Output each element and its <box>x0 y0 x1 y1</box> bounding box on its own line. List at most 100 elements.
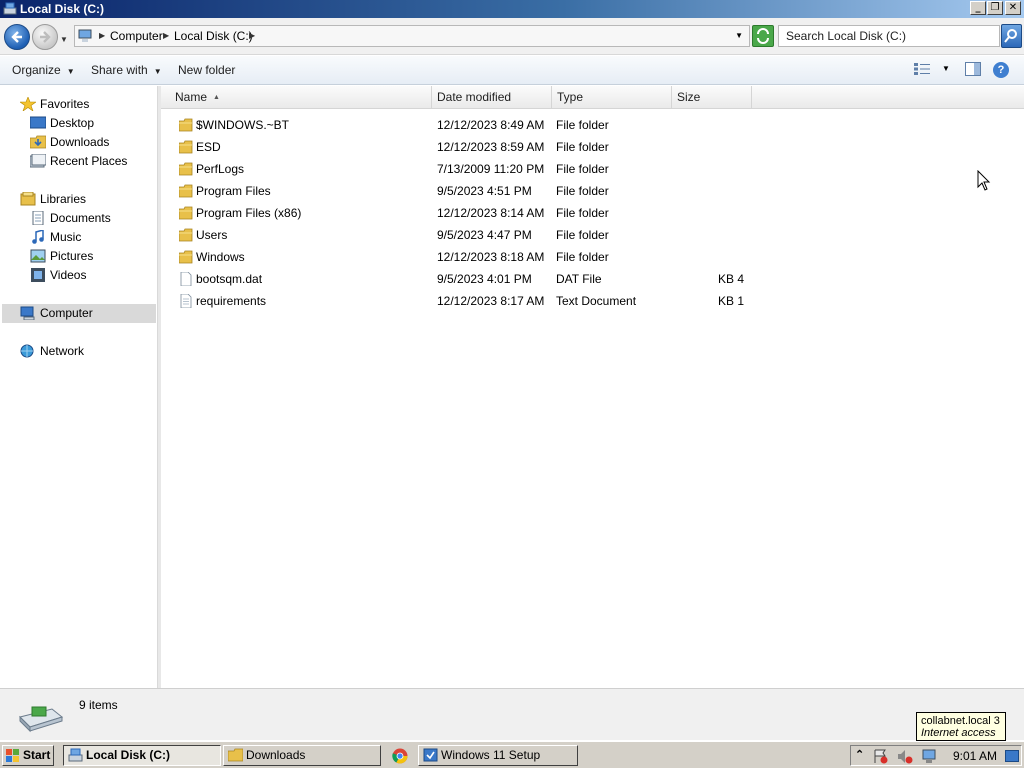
network-icon <box>20 344 34 358</box>
file-name: Program Files (x86) <box>196 206 302 220</box>
file-row[interactable]: Program Files 9/5/2023 4:51 PM File folder <box>161 181 1024 201</box>
forward-button[interactable] <box>32 24 58 50</box>
nav-label: Computer <box>40 306 93 320</box>
breadcrumb-separator-icon[interactable]: ▶ <box>99 31 105 40</box>
breadcrumb-separator-icon[interactable]: ▶ <box>163 31 169 40</box>
file-row[interactable]: bootsqm.dat 9/5/2023 4:01 PM DAT File 4 KB <box>161 269 1024 289</box>
file-row[interactable]: Windows 12/12/2023 8:18 AM File folder <box>161 247 1024 267</box>
network-status-icon[interactable] <box>921 749 937 764</box>
view-options-icon[interactable] <box>914 63 930 75</box>
column-header-name[interactable]: Name ▲ <box>161 86 432 109</box>
clock[interactable]: 9:01 AM <box>953 749 997 763</box>
nav-label: Libraries <box>40 192 87 206</box>
file-name: Users <box>196 228 228 242</box>
search-input[interactable]: Search Local Disk (C:) <box>778 25 1000 47</box>
file-row[interactable]: PerfLogs 7/13/2009 11:20 PM File folder <box>161 159 1024 179</box>
back-arrow-icon <box>11 31 22 43</box>
new-folder-button[interactable]: New folder <box>178 63 235 77</box>
file-list: Name ▲ Date modified Type Size $WINDOWS.~… <box>161 86 1024 688</box>
column-header-date-modified[interactable]: Date modified <box>432 86 552 109</box>
column-header-type[interactable]: Type <box>552 86 672 109</box>
column-label: Name <box>175 90 208 104</box>
star-icon <box>20 97 36 111</box>
file-row[interactable]: requirements 12/12/2023 8:17 AM Text Docum… <box>161 291 1024 311</box>
address-box[interactable]: ▶ Computer ▶ Local Disk (C:) ▶ ▼ <box>74 25 750 47</box>
breadcrumb-computer[interactable]: Computer <box>110 29 163 43</box>
file-name: PerfLogs <box>196 162 245 176</box>
breadcrumb-local-disk[interactable]: Local Disk (C:) <box>174 29 253 43</box>
refresh-button[interactable] <box>752 25 774 47</box>
hard-drive-icon <box>19 706 64 733</box>
column-header-size[interactable]: Size <box>672 86 752 109</box>
chrome-icon[interactable] <box>392 748 408 764</box>
file-type: File folder <box>556 250 609 264</box>
file-type: DAT File <box>556 272 602 286</box>
show-hidden-icons-icon[interactable]: ⌃ <box>855 748 864 761</box>
task-label: Downloads <box>246 748 306 762</box>
back-button[interactable] <box>4 24 30 50</box>
column-header-row: Name ▲ Date modified Type Size <box>161 86 1024 109</box>
breadcrumb-separator-icon[interactable]: ▶ <box>249 31 255 40</box>
folder-icon <box>179 118 193 132</box>
chevron-down-icon: ▼ <box>66 67 75 76</box>
status-bar: 9 items <box>0 688 1024 740</box>
address-dropdown-icon[interactable]: ▼ <box>735 31 743 40</box>
speaker-muted-icon[interactable] <box>897 749 913 764</box>
action-center-flag-icon[interactable] <box>873 749 889 764</box>
file-row[interactable]: ESD 12/12/2023 8:59 AM File folder <box>161 137 1024 157</box>
file-icon <box>180 272 192 286</box>
show-desktop-button[interactable] <box>1005 750 1019 762</box>
pictures-icon <box>30 249 46 263</box>
file-row[interactable]: Program Files (x86) 12/12/2023 8:14 AM Fil… <box>161 203 1024 223</box>
history-dropdown-icon[interactable]: ▼ <box>60 35 68 44</box>
file-row[interactable]: $WINDOWS.~BT 12/12/2023 8:49 AM File folde… <box>161 115 1024 135</box>
file-type: File folder <box>556 184 609 198</box>
tooltip-line-1: collabnet.local 3 <box>921 715 1000 727</box>
file-type: Text Document <box>556 294 637 308</box>
organize-button[interactable]: Organize ▼ <box>12 63 75 77</box>
nav-label: Pictures <box>50 249 94 263</box>
share-with-button[interactable]: Share with ▼ <box>91 63 162 77</box>
file-date-modified: 9/5/2023 4:01 PM <box>437 272 532 286</box>
close-button[interactable]: ✕ <box>1005 1 1021 15</box>
setup-icon <box>423 748 438 762</box>
chevron-down-icon: ▼ <box>153 67 162 76</box>
documents-icon <box>32 211 44 225</box>
downloads-folder-icon <box>30 135 46 149</box>
folder-icon <box>179 228 193 242</box>
nav-label: Favorites <box>40 97 90 111</box>
file-date-modified: 12/12/2023 8:18 AM <box>437 250 545 264</box>
nav-label: Network <box>40 344 85 358</box>
start-label: Start <box>23 748 51 762</box>
folder-icon <box>179 162 193 176</box>
view-dropdown-icon[interactable]: ▼ <box>942 64 950 73</box>
drive-icon <box>68 748 83 762</box>
taskbar-button-downloads[interactable]: Downloads <box>223 745 381 766</box>
music-icon <box>32 230 44 244</box>
file-row[interactable]: Users 9/5/2023 4:47 PM File folder <box>161 225 1024 245</box>
recent-places-icon <box>30 154 46 168</box>
share-with-label: Share with <box>91 63 148 77</box>
folder-icon <box>179 250 193 264</box>
maximize-button[interactable]: ❐ <box>987 1 1003 15</box>
taskbar-button-windows-11-setup[interactable]: Windows 11 Setup <box>418 745 578 766</box>
file-date-modified: 9/5/2023 4:51 PM <box>437 184 532 198</box>
task-label: Windows 11 Setup <box>441 748 541 762</box>
file-type: File folder <box>556 206 609 220</box>
taskbar-button-local-disk[interactable]: Local Disk (C:) <box>63 745 221 766</box>
videos-icon <box>31 268 45 282</box>
nav-label: Videos <box>50 268 87 282</box>
nav-label: Recent Places <box>50 154 128 168</box>
start-button[interactable]: Start <box>2 745 54 766</box>
file-name: ESD <box>196 140 221 154</box>
window-title: Local Disk (C:) <box>20 2 105 16</box>
file-date-modified: 12/12/2023 8:49 AM <box>437 118 545 132</box>
minimize-button[interactable]: _ <box>970 1 986 15</box>
file-date-modified: 12/12/2023 8:59 AM <box>437 140 545 154</box>
folder-icon <box>179 206 193 220</box>
file-name: Windows <box>196 250 245 264</box>
help-icon[interactable]: ? <box>993 62 1009 78</box>
search-button[interactable] <box>1001 24 1022 48</box>
folder-icon <box>179 140 193 154</box>
preview-pane-icon[interactable] <box>965 62 981 76</box>
